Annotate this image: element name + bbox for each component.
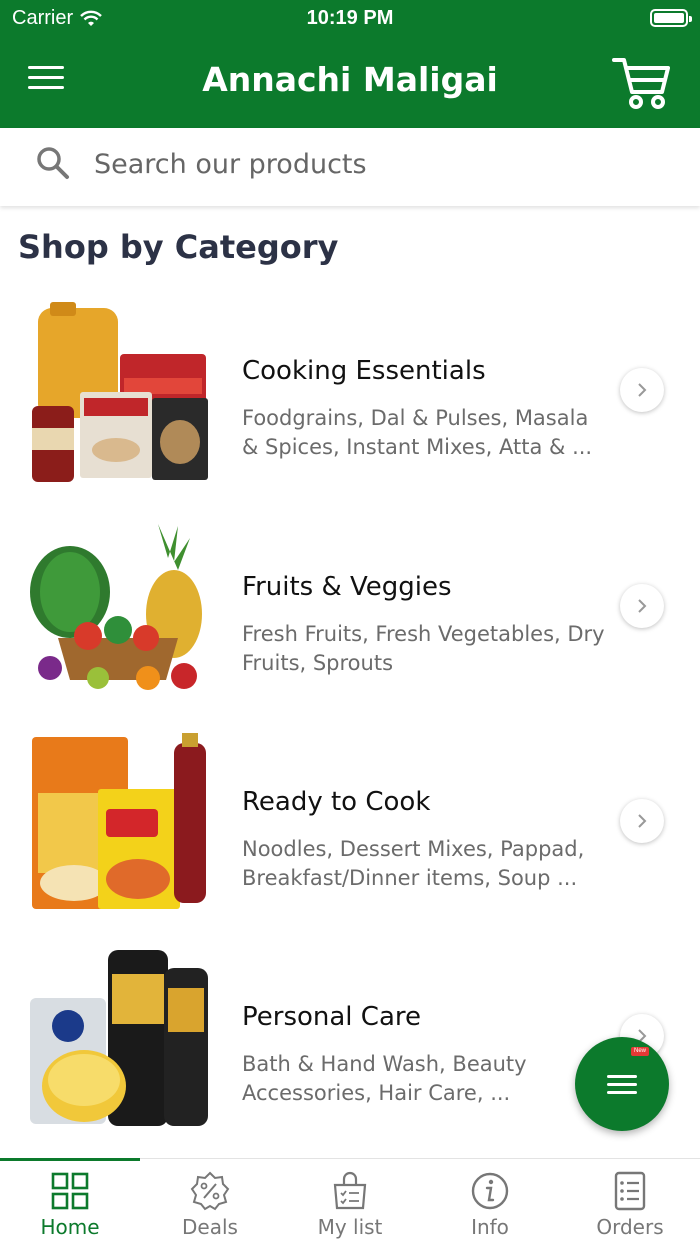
category-description: Bath & Hand Wash, Beauty Accessories, Ha… [242, 1050, 612, 1108]
menu-lines-icon [607, 1075, 637, 1099]
chevron-right-icon[interactable] [620, 799, 664, 843]
category-description-line: & Spices, Instant Mixes, Atta & ... [242, 435, 593, 459]
shopping-list-bag-icon [333, 1171, 367, 1210]
ready-to-cook-image [32, 733, 206, 909]
category-description-line: Accessories, Hair Care, ... [242, 1081, 511, 1105]
search-bar [0, 128, 700, 206]
category-description-line: Fresh Fruits, Fresh Vegetables, Dry [242, 622, 605, 646]
battery-icon [650, 9, 692, 27]
chevron-right-icon[interactable] [620, 584, 664, 628]
category-description: Fresh Fruits, Fresh Vegetables, Dry Frui… [242, 620, 612, 678]
bottom-tab-bar: Home Deals My list Info Orders [0, 1158, 700, 1244]
status-bar: Carrier 10:19 PM [0, 0, 700, 38]
category-ready-to-cook[interactable]: Ready to Cook Noodles, Dessert Mixes, Pa… [0, 733, 700, 933]
tab-label: Home [40, 1215, 100, 1239]
category-description-line: Breakfast/Dinner items, Soup ... [242, 866, 578, 890]
section-title: Shop by Category [18, 228, 339, 266]
category-name: Ready to Cook [242, 787, 431, 817]
tab-home[interactable]: Home [0, 1158, 140, 1244]
category-name: Cooking Essentials [242, 356, 486, 386]
fruits-veggies-image [30, 524, 202, 690]
category-description-line: Noodles, Dessert Mixes, Pappad, [242, 837, 585, 861]
shopping-cart-icon[interactable] [612, 54, 672, 110]
app-header: Carrier 10:19 PM Annachi Maligai [0, 0, 700, 128]
new-badge: New [631, 1047, 649, 1056]
orders-receipt-icon [614, 1171, 646, 1211]
floating-menu-button[interactable]: New [575, 1037, 669, 1131]
category-name: Personal Care [242, 1002, 421, 1032]
tab-label: Info [471, 1215, 509, 1239]
deals-badge-icon [190, 1171, 230, 1211]
tab-info[interactable]: Info [420, 1159, 560, 1244]
tab-label: My list [317, 1215, 383, 1239]
status-time: 10:19 PM [306, 7, 394, 29]
tab-my-list[interactable]: My list [280, 1159, 420, 1244]
category-description: Foodgrains, Dal & Pulses, Masala & Spice… [242, 404, 612, 462]
category-fruits-veggies[interactable]: Fruits & Veggies Fresh Fruits, Fresh Veg… [0, 518, 700, 718]
info-icon [471, 1172, 509, 1210]
tab-label: Deals [182, 1215, 238, 1239]
chevron-right-icon[interactable] [620, 368, 664, 412]
cooking-essentials-image [32, 302, 208, 482]
category-description-line: Bath & Hand Wash, Beauty [242, 1052, 527, 1076]
nav-bar: Annachi Maligai [0, 38, 700, 128]
grid-home-icon [51, 1172, 89, 1210]
personal-care-image [30, 950, 208, 1126]
search-icon [37, 147, 69, 179]
tab-orders[interactable]: Orders [560, 1159, 700, 1244]
tab-deals[interactable]: Deals [140, 1159, 280, 1244]
category-description-line: Fruits, Sprouts [242, 651, 394, 675]
category-cooking-essentials[interactable]: Cooking Essentials Foodgrains, Dal & Pul… [0, 302, 700, 502]
category-description-line: Foodgrains, Dal & Pulses, Masala [242, 406, 589, 430]
search-input[interactable] [94, 142, 654, 186]
category-description: Noodles, Dessert Mixes, Pappad, Breakfas… [242, 835, 612, 893]
category-name: Fruits & Veggies [242, 572, 452, 602]
tab-label: Orders [596, 1215, 664, 1239]
app-title: Annachi Maligai [202, 60, 498, 99]
